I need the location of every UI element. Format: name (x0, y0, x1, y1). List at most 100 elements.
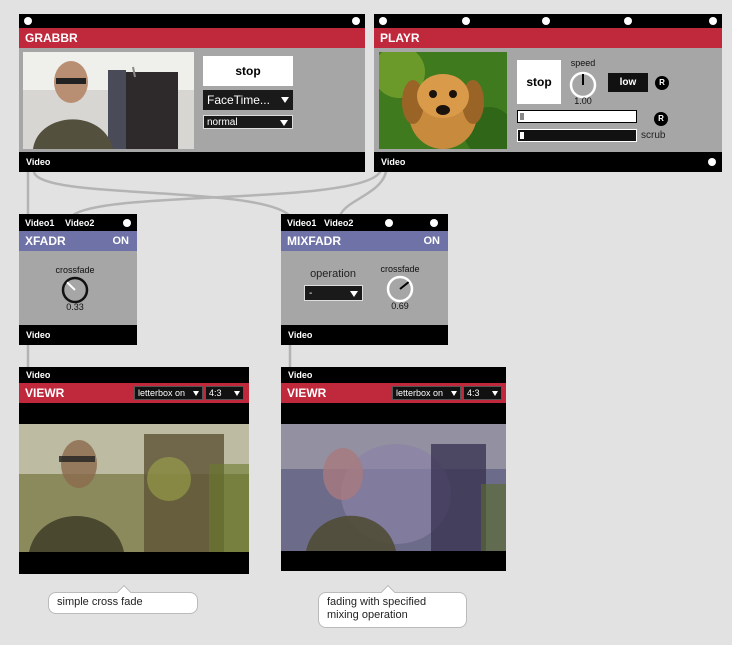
mixfadr-crossfade-knob[interactable] (383, 274, 417, 304)
mixfadr-operation-menu-label: - (309, 288, 313, 299)
viewr-right-inlet-label: Video (288, 370, 313, 380)
grabbr-module: GRABBR stop FaceTime... normal Video (19, 14, 365, 172)
viewr-left-title: VIEWR (25, 386, 65, 400)
grabbr-device-menu[interactable]: FaceTime... (203, 90, 293, 110)
xfadr-crossfade-knob[interactable] (58, 275, 92, 305)
mixfadr-title-bar[interactable]: MIXFADR ON (281, 231, 448, 251)
mixfadr-operation-label: operation (310, 268, 356, 280)
playr-inlet-5[interactable] (709, 17, 717, 25)
playr-speed-label: speed (570, 58, 596, 68)
mixfadr-inlet1-label: Video1 (287, 218, 317, 228)
playr-speed-value: 1.00 (574, 96, 592, 106)
grabbr-inlet-left[interactable] (24, 17, 32, 25)
playr-title[interactable]: PLAYR (374, 28, 722, 48)
viewr-left-aspect-label: 4:3 (209, 388, 222, 398)
cable-playr-to-xfadr (70, 170, 382, 218)
mixfadr-operation-menu[interactable]: - (304, 285, 363, 301)
chevron-down-icon (451, 391, 457, 396)
viewr-left-aspect-menu[interactable]: 4:3 (205, 386, 244, 400)
viewr-right-letterbox-label: letterbox on (396, 388, 444, 398)
comment-simple-cross-fade: simple cross fade (48, 584, 198, 614)
viewr-right-aspect-label: 4:3 (467, 388, 480, 398)
playr-scrub-handle (520, 132, 524, 139)
playr-scrub-label: scrub (641, 130, 666, 141)
playr-inlet-3[interactable] (542, 17, 550, 25)
grabbr-inlet-bar (19, 14, 365, 28)
xfadr-title-bar[interactable]: XFADR ON (19, 231, 137, 251)
mixfadr-crossfade-value: 0.69 (391, 301, 409, 311)
comment-right-line2: mixing operation (327, 609, 408, 621)
grabbr-video-preview (23, 52, 194, 149)
chevron-down-icon (280, 120, 288, 126)
viewr-left-letterbox-menu[interactable]: letterbox on (134, 386, 203, 400)
xfadr-inlet1-label: Video1 (25, 218, 55, 228)
viewr-left-module: Video VIEWR letterbox on 4:3 (19, 367, 249, 574)
viewr-right-title: VIEWR (287, 386, 327, 400)
grabbr-outlet-bar: Video (19, 152, 365, 172)
playr-position-handle (520, 113, 524, 120)
mixfadr-crossfade-label: crossfade (380, 264, 420, 274)
viewr-left-video (19, 424, 249, 552)
mixfadr-outlet-label: Video (288, 330, 313, 340)
viewr-right-module: Video VIEWR letterbox on 4:3 (281, 367, 506, 571)
viewr-right-video (281, 424, 506, 551)
puppy-preview-image (379, 52, 507, 149)
mixfadr-title: MIXFADR (287, 234, 341, 248)
playr-low-button[interactable]: low (608, 73, 648, 92)
xfadr-inlet-bar: Video1 Video2 (19, 214, 137, 231)
mixfadr-inlet-3[interactable] (385, 219, 393, 227)
cable-playr-to-mixfadr (338, 170, 388, 218)
playr-inlet-4[interactable] (624, 17, 632, 25)
mixfadr-module: Video1 Video2 MIXFADR ON operation - cro… (281, 214, 448, 345)
playr-module: PLAYR stop speed 1.00 low R R scrub Vide… (374, 14, 722, 172)
playr-outlet-right[interactable] (708, 158, 716, 166)
chevron-down-icon (193, 391, 199, 396)
comment-left-text: simple cross fade (57, 596, 143, 608)
playr-reset-position-button[interactable]: R (654, 112, 668, 126)
playr-outlet-bar: Video (374, 152, 722, 172)
grabbr-quality-menu-label: normal (207, 117, 238, 128)
playr-reset-speed-button[interactable]: R (655, 76, 669, 90)
mixfadr-inlet-4[interactable] (430, 219, 438, 227)
crossfade-output-image (19, 424, 249, 552)
grabbr-device-menu-label: FaceTime... (207, 93, 270, 107)
chevron-down-icon (492, 391, 498, 396)
mixfadr-on-toggle[interactable]: ON (424, 231, 441, 251)
mixfade-output-image (281, 424, 506, 551)
playr-outlet-label: Video (381, 157, 406, 167)
webcam-preview-image (23, 52, 194, 149)
xfadr-crossfade-value: 0.33 (66, 302, 84, 312)
xfadr-inlet2-label: Video2 (65, 218, 95, 228)
viewr-left-inlet-label: Video (26, 370, 51, 380)
grabbr-inlet-right[interactable] (352, 17, 360, 25)
xfadr-outlet-label: Video (26, 330, 51, 340)
playr-inlet-1[interactable] (379, 17, 387, 25)
xfadr-inlet-3[interactable] (123, 219, 131, 227)
xfadr-crossfade-label: crossfade (55, 265, 95, 275)
viewr-right-aspect-menu[interactable]: 4:3 (463, 386, 502, 400)
xfadr-outlet-bar: Video (19, 325, 137, 345)
chevron-down-icon (281, 97, 289, 103)
viewr-left-letterbox-label: letterbox on (138, 388, 186, 398)
xfadr-on-toggle[interactable]: ON (113, 231, 130, 251)
mixfadr-outlet-bar: Video (281, 325, 448, 345)
chevron-down-icon (350, 291, 358, 297)
cable-grabbr-to-mixfadr (32, 170, 292, 218)
xfadr-title: XFADR (25, 234, 66, 248)
chevron-down-icon (234, 391, 240, 396)
grabbr-start-stop-button[interactable]: stop (203, 56, 293, 86)
xfadr-module: Video1 Video2 XFADR ON crossfade 0.33 Vi… (19, 214, 137, 345)
mixfadr-inlet2-label: Video2 (324, 218, 354, 228)
viewr-right-letterbox-menu[interactable]: letterbox on (392, 386, 461, 400)
mixfadr-inlet-bar: Video1 Video2 (281, 214, 448, 231)
grabbr-title[interactable]: GRABBR (19, 28, 365, 48)
comment-fading-mixing-operation: fading with specified mixing operation (318, 584, 467, 628)
comment-right-line1: fading with specified (327, 596, 427, 608)
playr-inlet-2[interactable] (462, 17, 470, 25)
playr-video-preview (379, 52, 507, 149)
playr-scrub-slider[interactable] (517, 129, 637, 142)
playr-position-slider[interactable] (517, 110, 637, 123)
playr-stop-button[interactable]: stop (517, 60, 561, 104)
playr-inlet-bar (374, 14, 722, 28)
grabbr-quality-menu[interactable]: normal (203, 115, 293, 129)
